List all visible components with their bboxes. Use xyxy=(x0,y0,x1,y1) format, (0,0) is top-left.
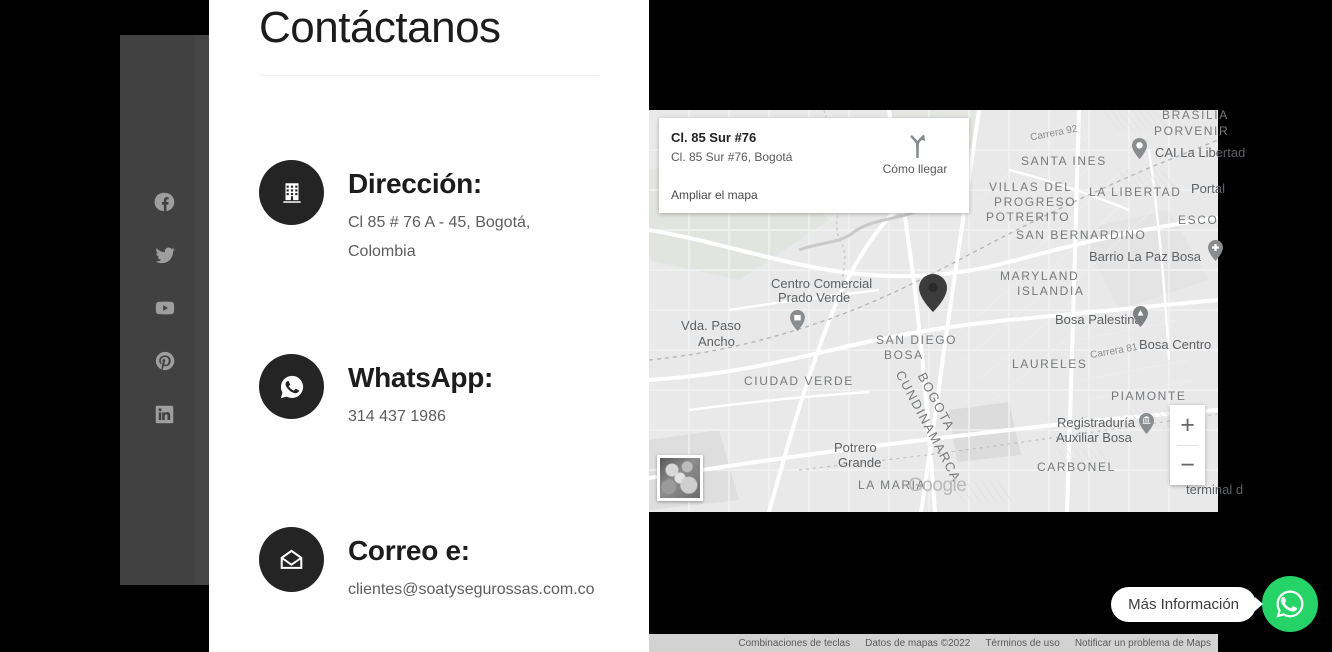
social-sidebar xyxy=(120,35,209,585)
map-info-title: Cl. 85 Sur #76 xyxy=(671,130,757,145)
directions-arrow-icon xyxy=(877,132,953,158)
whatsapp-icon xyxy=(1273,587,1307,621)
whatsapp-float-button[interactable] xyxy=(1262,576,1318,632)
title-divider xyxy=(259,75,599,76)
page-title: Contáctanos xyxy=(259,3,501,52)
social-links-list xyxy=(120,190,209,426)
contact-heading: Dirección: xyxy=(348,168,482,199)
whatsapp-tooltip[interactable]: Más Información xyxy=(1111,586,1256,622)
map-attribution-bar: Combinaciones de teclas Datos de mapas ©… xyxy=(649,634,1218,652)
twitter-icon xyxy=(154,244,176,266)
social-link-linkedin[interactable] xyxy=(153,402,177,426)
keyboard-shortcuts-link[interactable]: Combinaciones de teclas xyxy=(738,638,850,649)
contact-block-text: Correo e: clientes@soatysegurossas.com.c… xyxy=(348,527,649,604)
contact-value-email: clientes@soatysegurossas.com.co xyxy=(348,581,595,598)
contact-block-whatsapp: WhatsApp: 314 437 1986 xyxy=(259,354,649,431)
expand-map-link[interactable]: Ampliar el mapa xyxy=(671,188,758,202)
map-info-subtitle: Cl. 85 Sur #76, Bogotá xyxy=(671,150,793,164)
satellite-thumbnail-image xyxy=(660,458,700,498)
pinterest-icon xyxy=(154,350,176,372)
social-link-youtube[interactable] xyxy=(153,296,177,320)
report-problem-link[interactable]: Notificar un problema de Maps xyxy=(1075,638,1211,649)
building-icon xyxy=(259,160,324,225)
linkedin-icon xyxy=(154,404,175,425)
social-link-facebook[interactable] xyxy=(153,190,177,214)
contact-block-correo: Correo e: clientes@soatysegurossas.com.c… xyxy=(259,527,649,604)
whatsapp-float-widget: Más Información xyxy=(1111,576,1318,632)
zoom-out-button[interactable]: − xyxy=(1170,445,1205,485)
social-link-twitter[interactable] xyxy=(153,243,177,267)
page-root: Contáctanos Dirección: Cl 85 # 76 A - 45… xyxy=(0,0,1332,652)
contact-heading: WhatsApp: xyxy=(348,362,494,393)
contact-block-text: Dirección: Cl 85 # 76 A - 45, Bogotá, Co… xyxy=(348,160,649,266)
satellite-view-toggle[interactable] xyxy=(657,455,703,501)
envelope-open-icon xyxy=(259,527,324,592)
youtube-icon xyxy=(154,297,176,319)
directions-label: Cómo llegar xyxy=(882,162,948,176)
whatsapp-icon xyxy=(259,354,324,419)
contact-heading: Correo e: xyxy=(348,535,470,566)
social-link-pinterest[interactable] xyxy=(153,349,177,373)
directions-button[interactable]: Cómo llegar xyxy=(877,132,953,176)
terms-of-use-link[interactable]: Términos de uso xyxy=(985,638,1059,649)
contact-value-phone: 314 437 1986 xyxy=(348,408,446,425)
map-zoom-controls: + − xyxy=(1170,405,1205,485)
contact-block-text: WhatsApp: 314 437 1986 xyxy=(348,354,649,431)
contact-block-direccion: Dirección: Cl 85 # 76 A - 45, Bogotá, Co… xyxy=(259,160,649,266)
facebook-icon xyxy=(154,191,176,213)
map-main-marker[interactable] xyxy=(919,274,947,312)
map-data-credit: Datos de mapas ©2022 xyxy=(865,637,971,649)
contact-value-address: Cl 85 # 76 A - 45, Bogotá, Colombia xyxy=(348,214,531,260)
zoom-in-button[interactable]: + xyxy=(1170,405,1205,445)
map-info-card: Cl. 85 Sur #76 Cl. 85 Sur #76, Bogotá Am… xyxy=(659,118,969,213)
